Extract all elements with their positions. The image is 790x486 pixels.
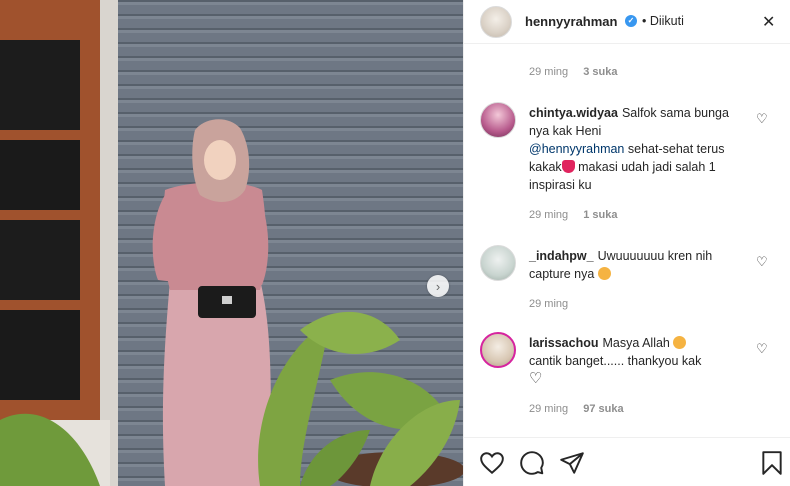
comment-time[interactable]: 29 ming bbox=[529, 403, 568, 415]
verified-badge-icon: ✓ bbox=[625, 15, 637, 27]
action-bar bbox=[464, 437, 790, 486]
comment-body: Masya Allah bbox=[602, 336, 670, 350]
author-username[interactable]: hennyyrahman bbox=[525, 14, 617, 29]
smiling-hearts-emoji-icon bbox=[673, 336, 687, 349]
comment-text: larissachou Masya Allah cantik banget....… bbox=[529, 334, 749, 388]
bookmark-icon[interactable] bbox=[759, 450, 785, 476]
commenter-avatar[interactable] bbox=[480, 332, 516, 368]
comment-likes[interactable]: 97 suka bbox=[583, 403, 623, 415]
caption-meta: 29 ming 3 suka bbox=[529, 66, 629, 78]
post-header: hennyyrahman ✓ • Diikuti ✕ bbox=[464, 0, 790, 44]
post-photo[interactable]: › bbox=[0, 0, 463, 486]
commenter-avatar[interactable] bbox=[480, 102, 516, 138]
comment-likes[interactable]: 1 suka bbox=[583, 209, 617, 221]
comment-text: chintya.widyaa Salfok sama bunga nya kak … bbox=[529, 104, 749, 194]
comment-text: _indahpw_ Uwuuuuuuu kren nih capture nya bbox=[529, 247, 749, 283]
comment-meta: 29 ming 1 suka bbox=[529, 209, 629, 221]
author-avatar[interactable] bbox=[480, 6, 512, 38]
caption-likes[interactable]: 3 suka bbox=[583, 66, 617, 78]
comment-time[interactable]: 29 ming bbox=[529, 298, 568, 310]
commenter-username[interactable]: _indahpw_ bbox=[529, 249, 594, 263]
commenter-avatar[interactable] bbox=[480, 245, 516, 281]
post-detail-panel: hennyyrahman ✓ • Diikuti ✕ 29 ming 3 suk… bbox=[463, 0, 790, 486]
comment-like-heart-icon[interactable]: ♡ bbox=[756, 111, 768, 127]
red-heart-emoji-icon bbox=[561, 160, 575, 173]
paper-plane-icon[interactable] bbox=[559, 450, 585, 476]
next-photo-button[interactable]: › bbox=[427, 275, 449, 297]
chevron-right-icon: › bbox=[435, 278, 441, 294]
post-image bbox=[0, 0, 463, 486]
comment-meta: 29 ming bbox=[529, 298, 580, 310]
white-heart-emoji-icon: ♡ bbox=[529, 370, 543, 387]
follow-status[interactable]: • Diikuti bbox=[642, 14, 684, 28]
comment-meta: 29 ming 97 suka bbox=[529, 403, 636, 415]
commenter-username[interactable]: chintya.widyaa bbox=[529, 106, 618, 120]
heart-eyes-emoji-icon bbox=[597, 267, 611, 280]
comment-like-heart-icon[interactable]: ♡ bbox=[756, 254, 768, 270]
comment-time[interactable]: 29 ming bbox=[529, 209, 568, 221]
comment-body: cantik banget...... thankyou kak bbox=[529, 354, 702, 368]
mention-link[interactable]: @hennyyrahman bbox=[529, 142, 624, 156]
heart-icon[interactable] bbox=[479, 450, 505, 476]
commenter-username[interactable]: larissachou bbox=[529, 336, 598, 350]
comment-like-heart-icon[interactable]: ♡ bbox=[756, 341, 768, 357]
close-icon[interactable]: ✕ bbox=[762, 12, 775, 32]
caption-time[interactable]: 29 ming bbox=[529, 66, 568, 78]
comment-icon[interactable] bbox=[519, 450, 545, 476]
